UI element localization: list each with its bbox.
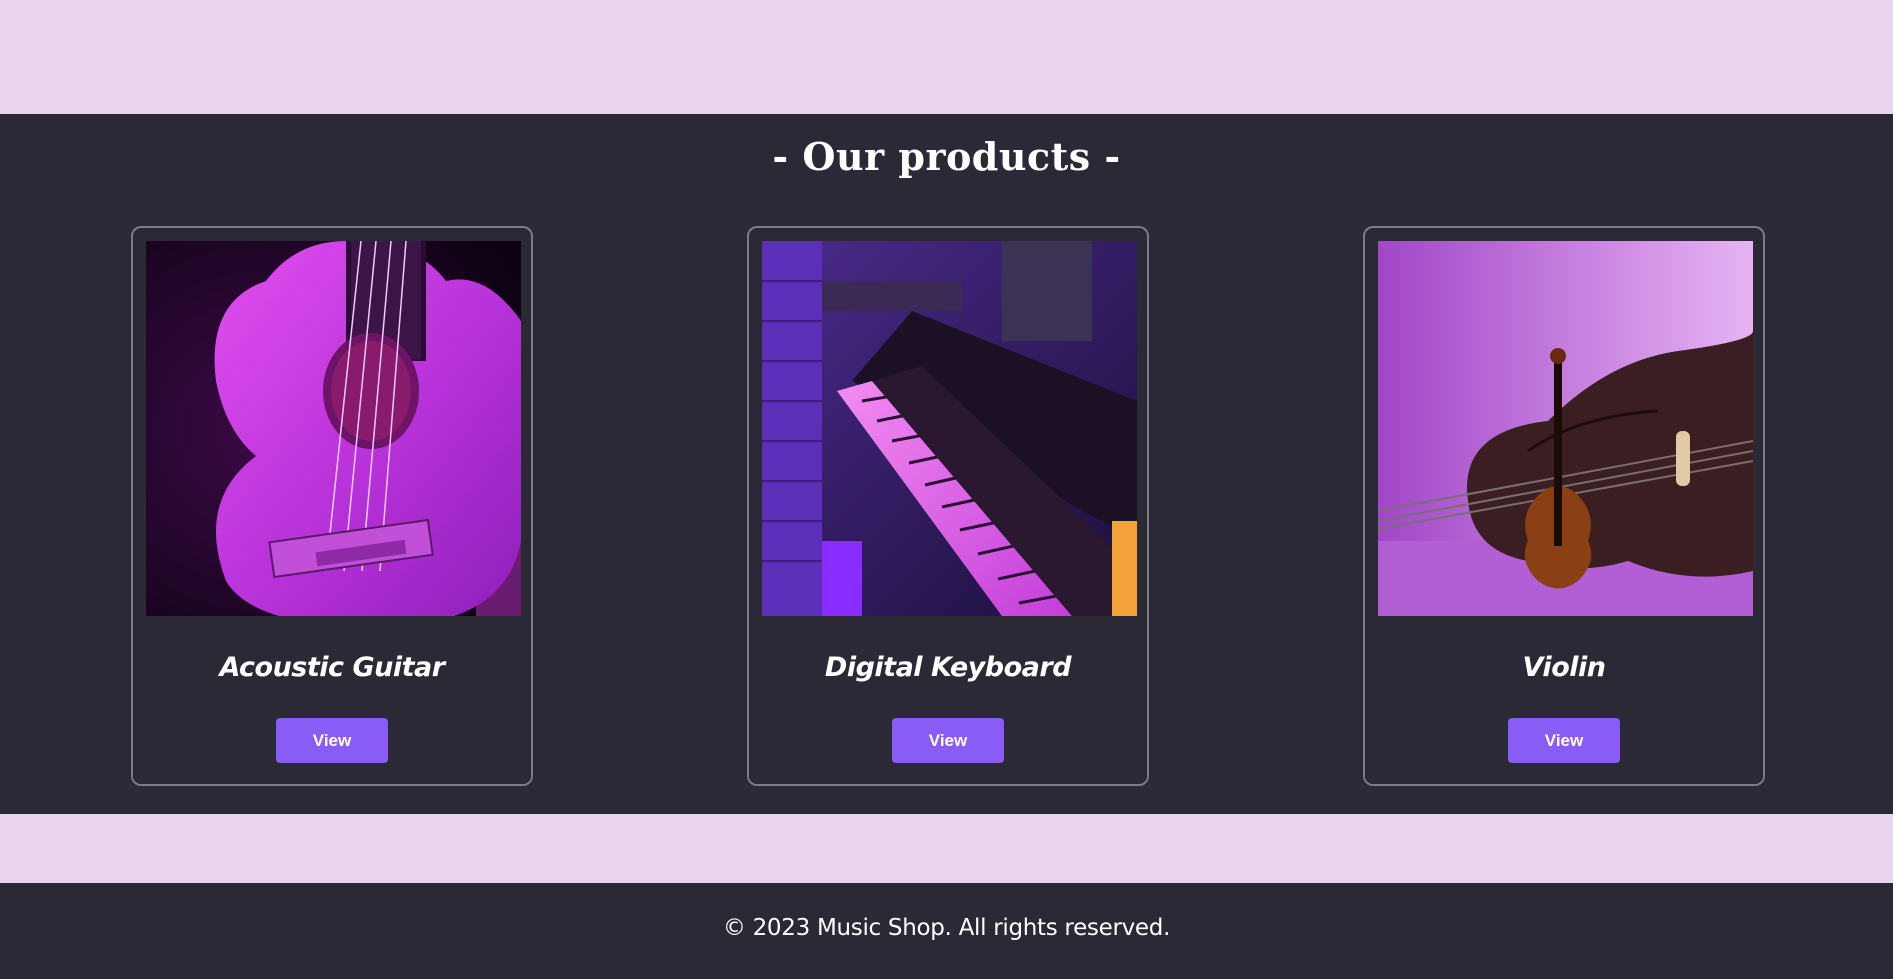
top-banner-band (0, 0, 1893, 114)
product-card-acoustic-guitar: Acoustic Guitar View (131, 226, 533, 786)
product-card-violin: Violin View (1363, 226, 1765, 786)
section-title: - Our products - (772, 134, 1121, 179)
spacer-band (0, 814, 1893, 883)
acoustic-guitar-image (146, 241, 521, 616)
view-violin-button[interactable]: View (1508, 718, 1620, 763)
violin-image (1378, 241, 1753, 616)
products-section: - Our products - Acoustic Guitar View Di… (0, 114, 1893, 814)
footer-copyright: © 2023 Music Shop. All rights reserved. (722, 915, 1171, 941)
footer: © 2023 Music Shop. All rights reserved. (0, 883, 1893, 979)
product-name: Acoustic Guitar (219, 652, 445, 683)
product-name: Violin (1522, 652, 1606, 683)
product-card-digital-keyboard: Digital Keyboard View (747, 226, 1149, 786)
digital-keyboard-image (762, 241, 1137, 616)
view-digital-keyboard-button[interactable]: View (892, 718, 1004, 763)
product-name: Digital Keyboard (824, 652, 1072, 683)
view-acoustic-guitar-button[interactable]: View (276, 718, 388, 763)
